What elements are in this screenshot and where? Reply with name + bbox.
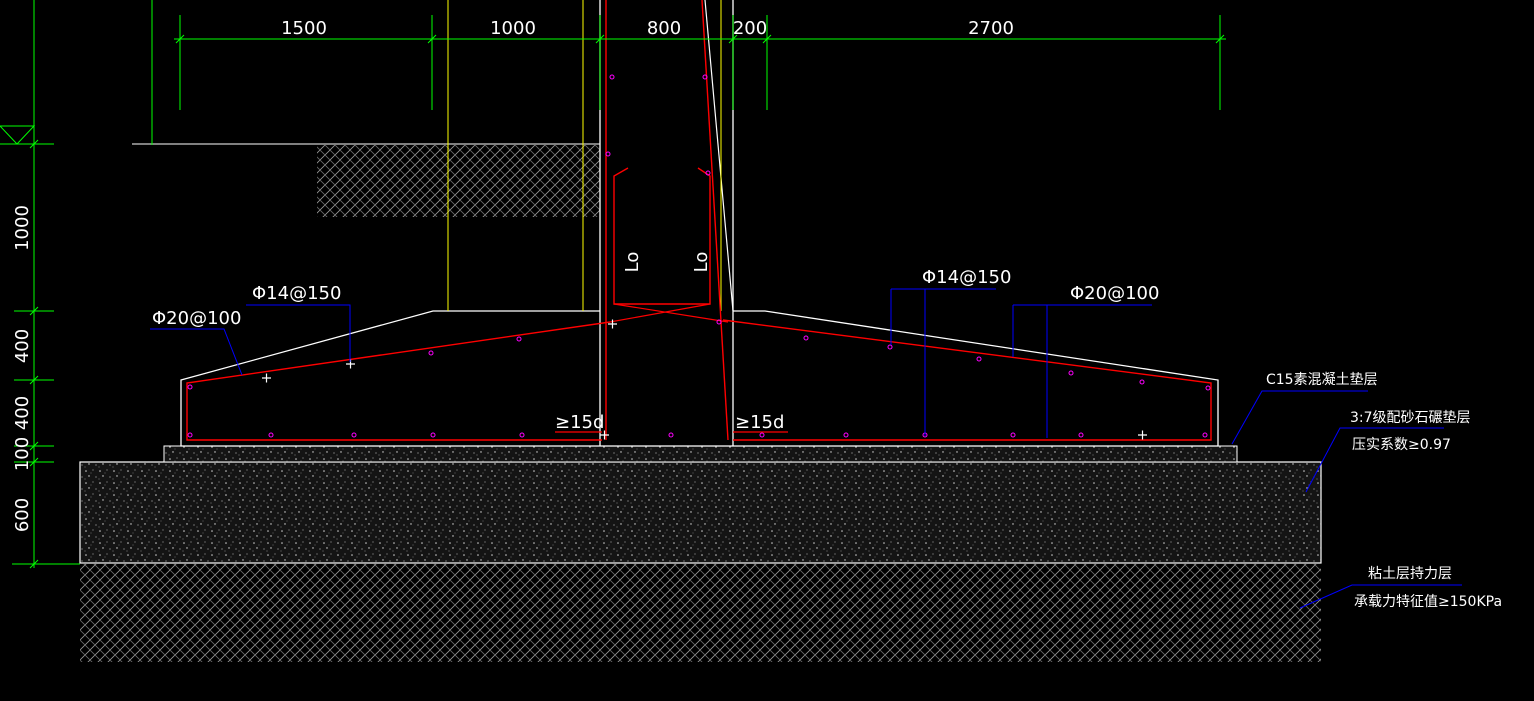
dim-top-800: 800 bbox=[647, 18, 681, 39]
rebar-footing-left bbox=[186, 321, 611, 441]
gravel-layer-label-1: 3:7级配砂石碾垫层 bbox=[1350, 410, 1471, 426]
dim-top-1000: 1000 bbox=[490, 18, 536, 39]
rebar-wall-diagonal bbox=[701, 0, 729, 441]
dim-left-600: 600 bbox=[12, 498, 33, 532]
left-dimension-lines bbox=[0, 0, 80, 569]
rebar-label-right-top: Φ14@150 bbox=[922, 267, 1011, 288]
dim-left-400b: 400 bbox=[12, 396, 33, 430]
rebar-label-left-bottom: Φ20@100 bbox=[152, 308, 241, 329]
dim-top-200: 200 bbox=[733, 18, 767, 39]
rebar-label-left-top: Φ14@150 bbox=[252, 283, 341, 304]
soil-layer-label-1: 粘土层持力层 bbox=[1368, 566, 1452, 582]
rebar-label-right-bottom: Φ20@100 bbox=[1070, 283, 1159, 304]
bearing-soil-hatch bbox=[80, 564, 1321, 662]
dim-left-100: 100 bbox=[12, 437, 33, 471]
crosshair-marks bbox=[262, 319, 1147, 440]
lap-label-left: Lo bbox=[622, 252, 643, 273]
lap-label-right: Lo bbox=[691, 252, 712, 273]
gravel-layer-label-2: 压实系数≥0.97 bbox=[1352, 437, 1451, 453]
dim-left-400a: 400 bbox=[12, 329, 33, 363]
foundation-section-drawing: 1500 1000 800 200 2700 1000 400 400 100 … bbox=[0, 0, 1502, 662]
rebar-footing-right bbox=[722, 319, 1212, 441]
cushion-layer-label: C15素混凝土垫层 bbox=[1266, 372, 1378, 388]
dim-left-1000: 1000 bbox=[12, 205, 33, 251]
dim-top-2700: 2700 bbox=[968, 18, 1014, 39]
concrete-cushion-layer bbox=[163, 445, 1238, 463]
rebar-wall-left bbox=[613, 167, 711, 305]
top-dimension-lines bbox=[151, 0, 1226, 145]
dim-top-1500: 1500 bbox=[281, 18, 327, 39]
anchor-label-left: ≥15d bbox=[555, 412, 604, 433]
backfill-hatch bbox=[317, 145, 600, 217]
anchor-label-right: ≥15d bbox=[735, 412, 784, 433]
gravel-cushion-layer bbox=[79, 461, 1322, 564]
soil-layer-label-2: 承载力特征值≥150KPa bbox=[1354, 594, 1502, 610]
rebar-cross bbox=[609, 303, 711, 323]
rebar-cross bbox=[613, 303, 729, 323]
footing-outline bbox=[180, 310, 1219, 447]
